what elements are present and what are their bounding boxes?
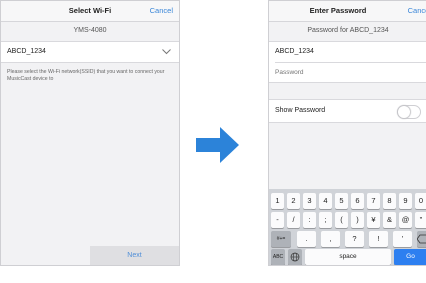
key-1[interactable]: 1 [271, 193, 284, 209]
device-name: YMS-4080 [73, 27, 107, 34]
key-dash[interactable]: - [271, 212, 284, 228]
ssid-value: ABCD_1234 [7, 48, 46, 55]
key-exclamation[interactable]: ! [369, 231, 388, 247]
key-0[interactable]: 0 [415, 193, 426, 209]
next-button[interactable]: Next [90, 246, 179, 265]
space-key[interactable]: space [305, 249, 391, 265]
key-period[interactable]: . [297, 231, 316, 247]
key-ampersand[interactable]: & [383, 212, 396, 228]
page-title: Enter Password [309, 6, 367, 15]
key-7[interactable]: 7 [367, 193, 380, 209]
credentials-group: ABCD_1234 [269, 41, 426, 83]
key-4[interactable]: 4 [319, 193, 332, 209]
go-key[interactable]: Go [394, 249, 426, 265]
ssid-value: ABCD_1234 [275, 48, 314, 55]
key-colon[interactable]: : [303, 212, 316, 228]
key-yen[interactable]: ¥ [367, 212, 380, 228]
key-5[interactable]: 5 [335, 193, 348, 209]
show-password-label: Show Password [275, 107, 326, 114]
abc-key[interactable]: ABC [271, 249, 285, 265]
key-apostrophe[interactable]: ' [393, 231, 412, 247]
key-3[interactable]: 3 [303, 193, 316, 209]
enter-password-screen: Enter Password Cancel Password for ABCD_… [268, 0, 426, 266]
keyboard: 1 2 3 4 5 6 7 8 9 0 - / : ; ( ) ¥ & @ " … [269, 189, 426, 265]
symbols-key[interactable]: #+= [271, 231, 291, 247]
cancel-button[interactable]: Cancel [408, 6, 426, 15]
toggle-knob [398, 106, 410, 118]
password-field[interactable] [275, 66, 415, 78]
key-semicolon[interactable]: ; [319, 212, 332, 228]
cancel-button[interactable]: Cancel [150, 6, 173, 15]
key-2[interactable]: 2 [287, 193, 300, 209]
key-6[interactable]: 6 [351, 193, 364, 209]
key-9[interactable]: 9 [399, 193, 412, 209]
instruction-text: Please select the Wi-Fi network(SSID) th… [7, 69, 165, 82]
show-password-row: Show Password [269, 99, 426, 123]
globe-icon [290, 252, 300, 262]
show-password-toggle[interactable] [397, 105, 421, 119]
key-open-paren[interactable]: ( [335, 212, 348, 228]
arrow-right-icon [196, 127, 239, 163]
divider [275, 62, 426, 63]
globe-key[interactable] [288, 249, 302, 265]
nav-bar: Select Wi-Fi Cancel [1, 1, 179, 22]
key-8[interactable]: 8 [383, 193, 396, 209]
nav-bar: Enter Password Cancel [269, 1, 426, 22]
key-slash[interactable]: / [287, 212, 300, 228]
key-question[interactable]: ? [345, 231, 364, 247]
chevron-down-icon [162, 49, 171, 55]
key-quote[interactable]: " [415, 212, 426, 228]
backspace-icon [416, 234, 426, 244]
select-wifi-screen: Select Wi-Fi Cancel YMS-4080 ABCD_1234 P… [0, 0, 180, 266]
ssid-dropdown[interactable]: ABCD_1234 [1, 41, 179, 63]
password-for-label: Password for ABCD_1234 [307, 27, 389, 34]
delete-key[interactable] [416, 231, 426, 247]
key-at[interactable]: @ [399, 212, 412, 228]
key-close-paren[interactable]: ) [351, 212, 364, 228]
key-comma[interactable]: , [321, 231, 340, 247]
